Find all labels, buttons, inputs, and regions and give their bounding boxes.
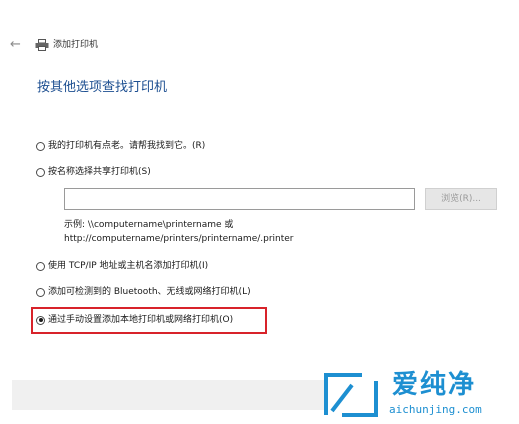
watermark-logo-icon [324,373,378,417]
option-tcpip-label: 使用 TCP/IP 地址或主机名添加打印机(I) [48,261,209,271]
page-heading: 按其他选项查找打印机 [37,80,168,95]
option-bluetooth-wireless-label: 添加可检测到的 Bluetooth、无线或网络打印机(L) [48,287,251,297]
example-text-line1: 示例: \\computername\printername 或 [64,220,234,230]
option-old-printer[interactable]: 我的打印机有点老。请帮我找到它。(R) [36,138,205,154]
radio-shared-printer[interactable] [36,167,45,177]
highlight-box [31,307,267,334]
radio-bluetooth-wireless[interactable] [36,287,45,297]
footer-bar [12,380,328,410]
title-bar: ← 添加打印机 [0,30,519,60]
browse-button[interactable]: 浏览(R)... [425,188,497,210]
option-shared-printer[interactable]: 按名称选择共享打印机(S) [36,164,151,180]
window-title: 添加打印机 [53,40,99,50]
radio-old-printer[interactable] [36,141,45,151]
option-shared-printer-label: 按名称选择共享打印机(S) [48,167,151,177]
watermark-domain: aichunjing.com [389,403,482,416]
option-bluetooth-wireless[interactable]: 添加可检测到的 Bluetooth、无线或网络打印机(L) [36,284,251,300]
shared-printer-name-input[interactable] [64,188,415,210]
watermark-brand: 爱纯净 [392,370,477,400]
back-arrow-icon[interactable]: ← [10,38,21,52]
printer-icon [35,39,49,51]
radio-tcpip[interactable] [36,261,45,271]
option-tcpip[interactable]: 使用 TCP/IP 地址或主机名添加打印机(I) [36,258,208,274]
option-old-printer-label: 我的打印机有点老。请帮我找到它。(R) [48,141,206,151]
example-text-line2: http://computername/printers/printername… [64,234,294,244]
